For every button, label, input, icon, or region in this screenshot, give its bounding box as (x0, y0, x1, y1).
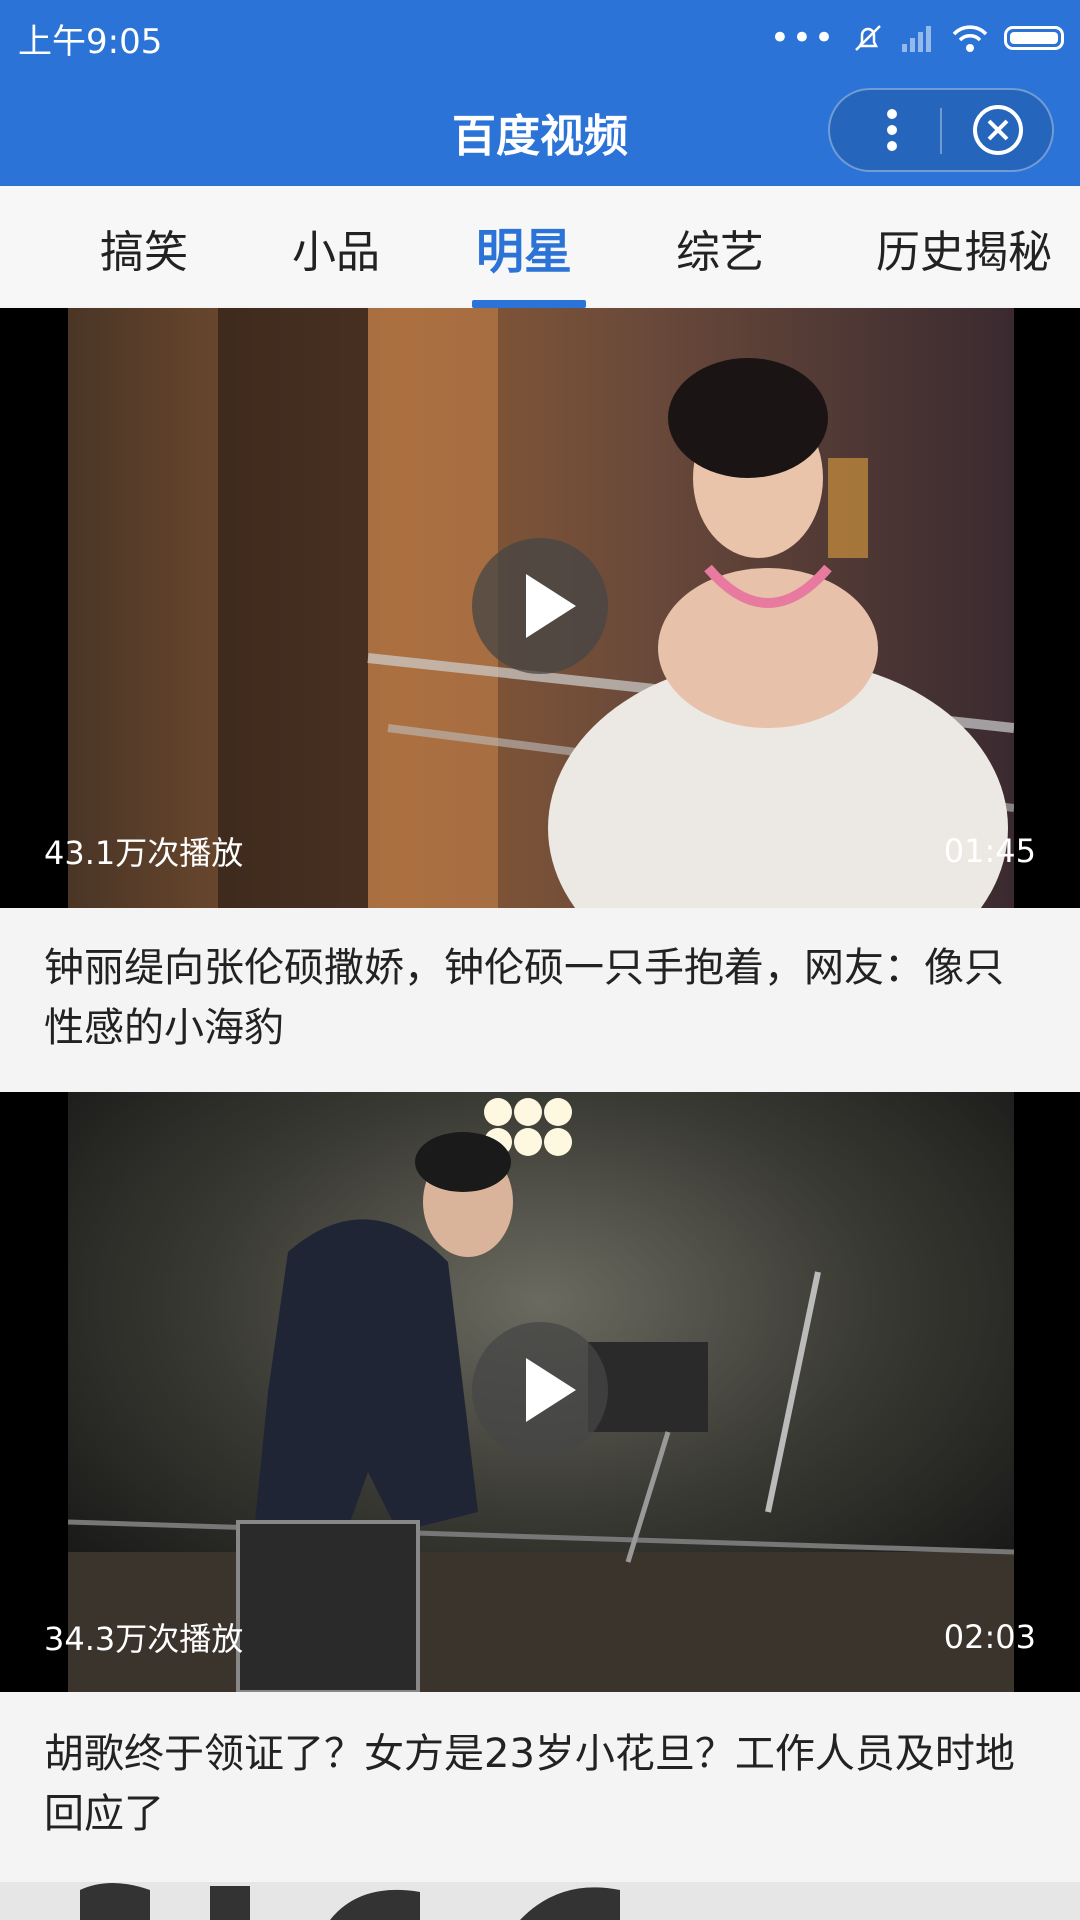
app-header: 百度视频 (0, 74, 1080, 186)
more-button[interactable] (860, 98, 924, 162)
video-card[interactable]: 43.1万次播放 01:45 钟丽缇向张伦硕撒娇，钟伦硕一只手抱着，网友：像只性… (0, 308, 1080, 1092)
wifi-icon (952, 25, 988, 52)
active-tab-indicator (472, 300, 586, 308)
tab-mingxing[interactable]: 明星 (476, 212, 572, 282)
status-time: 上午9:05 (18, 22, 163, 62)
tab-xiaopin[interactable]: 小品 (292, 216, 380, 280)
miniprogram-capsule (828, 88, 1054, 172)
video-thumbnail-image (0, 1882, 1080, 1920)
video-thumbnail[interactable]: 34.3万次播放 02:03 (0, 1092, 1080, 1692)
view-count: 34.3万次播放 (44, 1620, 244, 1658)
tab-zongyi[interactable]: 综艺 (676, 216, 764, 280)
close-button[interactable] (968, 100, 1028, 160)
play-button[interactable] (472, 1322, 608, 1458)
signal-icon (902, 26, 931, 52)
tab-lishi-jiemi[interactable]: 历史揭秘 (876, 216, 1052, 280)
mute-icon (855, 25, 881, 51)
view-count: 43.1万次播放 (44, 834, 244, 872)
battery-icon (1004, 26, 1064, 50)
close-icon (973, 105, 1023, 155)
capsule-divider (940, 108, 942, 154)
video-title[interactable]: 胡歌终于领证了？女方是23岁小花旦？工作人员及时地回应了 (44, 1724, 1024, 1844)
status-bar: 上午9:05 ••• (0, 0, 1080, 74)
play-button[interactable] (472, 538, 608, 674)
video-duration: 02:03 (943, 1618, 1036, 1656)
tab-gaoxiao[interactable]: 搞笑 (100, 216, 188, 280)
video-card[interactable]: 34.3万次播放 02:03 胡歌终于领证了？女方是23岁小花旦？工作人员及时地… (0, 1092, 1080, 1882)
video-thumbnail[interactable]: 43.1万次播放 01:45 (0, 308, 1080, 908)
status-icons: ••• (770, 16, 1064, 60)
category-tabs: 搞笑 小品 明星 综艺 历史揭秘 (0, 186, 1080, 308)
more-vertical-icon (887, 109, 897, 151)
video-card-partial[interactable] (0, 1882, 1080, 1920)
video-title[interactable]: 钟丽缇向张伦硕撒娇，钟伦硕一只手抱着，网友：像只性感的小海豹 (44, 938, 1024, 1058)
more-notifications-icon: ••• (769, 18, 836, 58)
video-duration: 01:45 (943, 832, 1036, 870)
